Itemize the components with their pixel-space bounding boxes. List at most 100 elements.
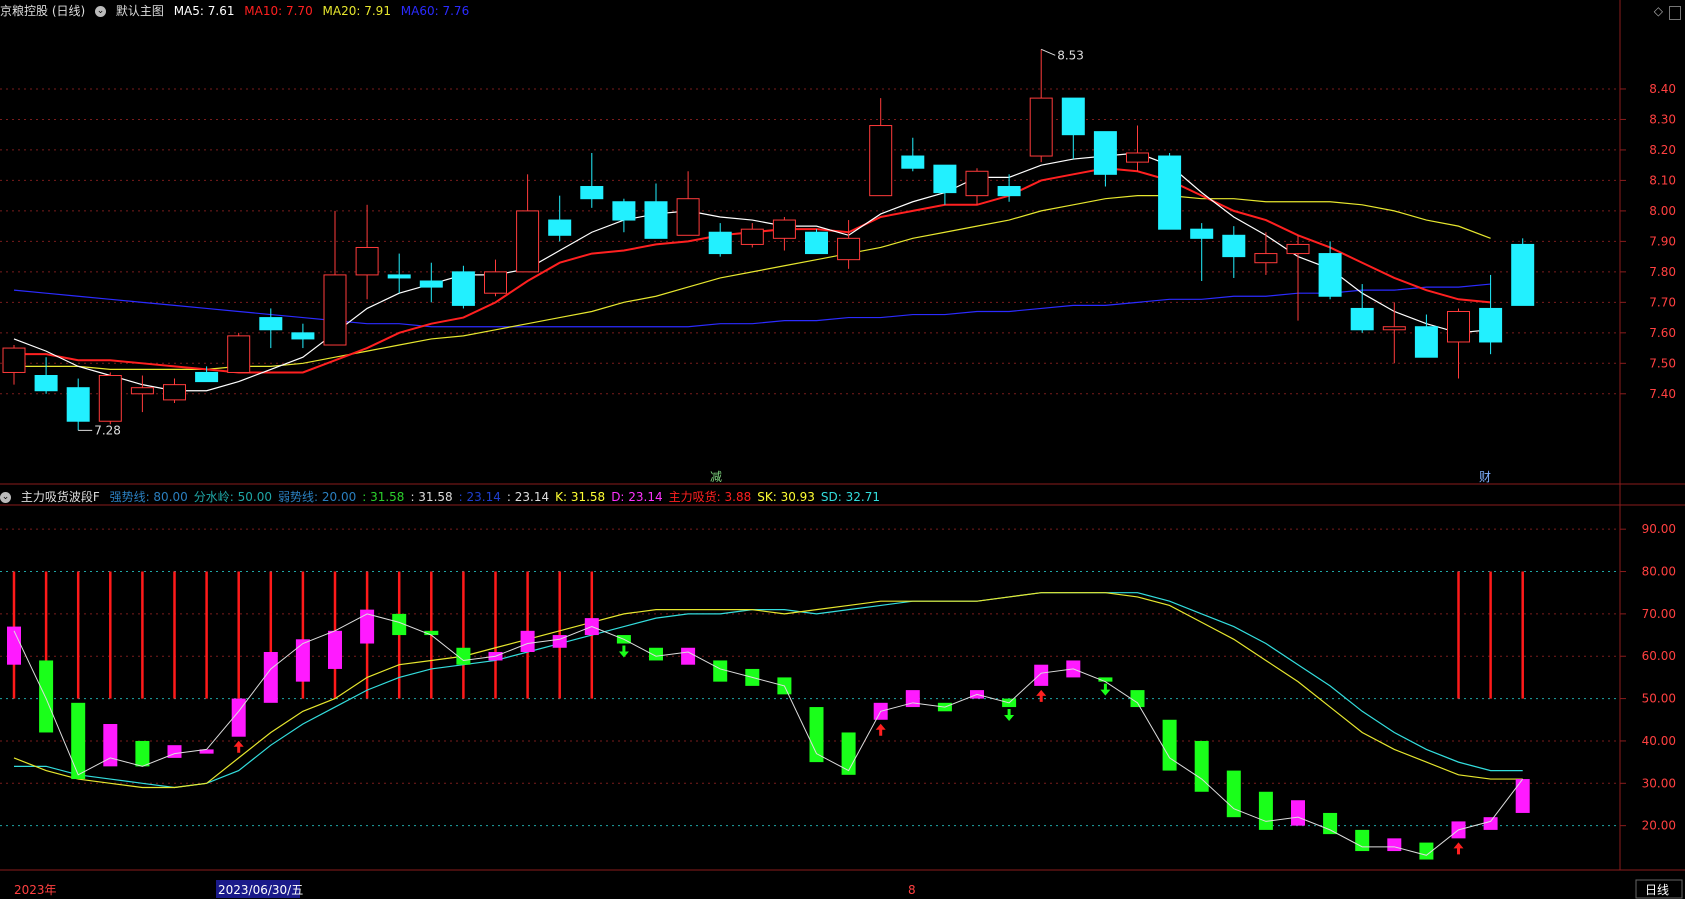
reduce-marker: 减 — [710, 470, 722, 484]
candle-up — [355, 246, 379, 276]
price-tick-label: 8.40 — [1649, 82, 1676, 96]
kd-bar-falling — [39, 660, 54, 733]
candle-up — [2, 347, 26, 373]
indicator-tick-label: 80.00 — [1642, 565, 1676, 579]
kd-bar-falling — [1162, 719, 1177, 771]
price-tick-label: 8.00 — [1649, 204, 1676, 218]
indicator-tick-label: 50.00 — [1642, 692, 1676, 706]
kd-bar-falling — [71, 702, 86, 780]
price-tick-label: 7.80 — [1649, 265, 1676, 279]
price-tick-label: 7.70 — [1649, 295, 1676, 309]
candle-up — [516, 210, 540, 273]
candle-up — [484, 271, 507, 294]
candle-down — [259, 317, 283, 331]
indicator-tick-label: 20.00 — [1642, 819, 1676, 833]
indicator-tick-label: 90.00 — [1642, 522, 1676, 536]
indicator-tick-label: 40.00 — [1642, 734, 1676, 748]
month-label: 8 — [908, 883, 916, 897]
candle-down — [1318, 253, 1342, 297]
price-tick-label: 7.90 — [1649, 234, 1676, 248]
indicator-tick-label: 70.00 — [1642, 607, 1676, 621]
candle-down — [387, 274, 411, 279]
price-tick-label: 8.10 — [1649, 173, 1676, 187]
candle-down — [548, 219, 572, 236]
candle-down — [1479, 307, 1503, 343]
candle-up — [676, 198, 700, 236]
buy-arrow-icon — [233, 740, 244, 753]
candle-up — [1286, 243, 1310, 255]
kline-chart[interactable]: 7.40 7.50 7.60 7.70 7.80 7.90 8.00 8.10 8.20 8.30… — [0, 0, 1685, 899]
candle-down — [997, 186, 1021, 197]
kd-bar-falling — [1355, 829, 1370, 852]
candle-down — [1061, 97, 1085, 136]
sk-line — [13, 592, 1523, 789]
candle-down — [580, 186, 604, 200]
candle-up — [869, 125, 893, 197]
candle-up — [1447, 310, 1470, 343]
candle-down — [612, 201, 636, 221]
extreme-price-label: 7.28 — [94, 423, 121, 437]
kd-bar-rising — [1515, 779, 1530, 813]
ma60-line — [13, 283, 1491, 328]
candle-down — [419, 280, 443, 288]
candle-up — [837, 237, 861, 261]
kd-bar-rising — [1291, 800, 1305, 826]
kd-bar-falling — [1258, 791, 1273, 830]
candle-up — [323, 274, 347, 346]
kd-bar-rising — [1387, 838, 1402, 852]
candle-down — [644, 201, 668, 239]
kd-bar-rising — [7, 626, 21, 665]
sell-arrow-icon — [1004, 709, 1015, 722]
kd-bar-rising — [295, 639, 310, 682]
kd-bar-rising — [681, 647, 696, 665]
buy-arrow-icon — [1036, 689, 1047, 702]
kd-bar-rising — [1483, 817, 1498, 830]
candle-down — [291, 332, 315, 340]
extreme-price-label: 8.53 — [1057, 48, 1084, 62]
candle-down — [1414, 326, 1438, 358]
buy-arrow-icon — [875, 723, 886, 736]
candle-up — [740, 228, 764, 245]
kd-bar-rising — [1034, 664, 1049, 686]
sd-line — [14, 592, 1523, 789]
candle-down — [1222, 234, 1246, 258]
price-tick-label: 7.60 — [1649, 326, 1676, 340]
sell-arrow-icon — [618, 645, 629, 658]
price-tick-label: 7.50 — [1649, 356, 1676, 370]
candle-down — [1511, 243, 1535, 306]
candle-down — [1350, 307, 1374, 331]
candle-down — [708, 231, 732, 255]
candle-up — [1126, 152, 1149, 163]
finance-marker: 财 — [1479, 470, 1491, 484]
candle-up — [1029, 97, 1053, 157]
candle-up — [965, 170, 989, 197]
kd-bar-rising — [520, 630, 535, 652]
candle-down — [901, 155, 925, 169]
candle-down — [933, 164, 957, 194]
kd-bar-falling — [135, 740, 150, 767]
extreme-price-pointer — [1041, 48, 1056, 56]
candle-down — [1093, 131, 1117, 175]
candle-down — [34, 375, 58, 392]
year-label: 2023年 — [14, 883, 57, 897]
sell-arrow-icon — [1100, 683, 1111, 696]
period-label: 日线 — [1645, 883, 1669, 897]
candle-down — [451, 271, 475, 306]
buy-arrow-icon — [1453, 842, 1464, 855]
candle-up — [130, 387, 154, 395]
candle-down — [66, 387, 90, 422]
kd-bar-falling — [1323, 812, 1338, 835]
kd-bar-rising — [328, 630, 342, 669]
candle-up — [227, 335, 251, 373]
price-tick-label: 8.30 — [1649, 112, 1676, 126]
candle-up — [772, 219, 796, 239]
indicator-tick-label: 60.00 — [1642, 649, 1676, 663]
candle-down — [1158, 155, 1182, 230]
price-tick-label: 8.20 — [1649, 143, 1676, 157]
candle-up — [163, 384, 186, 401]
candle-up — [1382, 326, 1406, 331]
kd-bar-falling — [713, 660, 728, 682]
indicator-tick-label: 30.00 — [1642, 776, 1676, 790]
candle-down — [1190, 228, 1214, 239]
cursor-date-label: 2023/06/30/五 — [218, 883, 303, 897]
